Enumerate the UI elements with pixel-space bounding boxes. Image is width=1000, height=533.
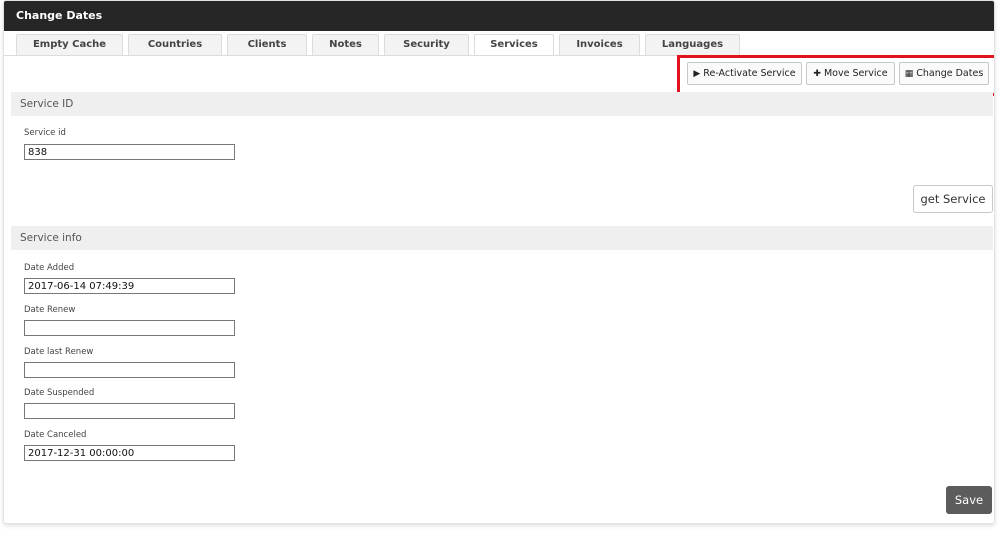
get-service-button[interactable]: get Service [913,185,993,213]
date-suspended-label: Date Suspended [24,388,95,398]
service-id-input[interactable] [24,144,235,160]
tab-countries[interactable]: Countries [128,34,222,55]
date-suspended-input[interactable] [24,403,235,419]
tab-services[interactable]: Services [474,34,554,56]
service-id-label: Service id [24,128,66,138]
change-dates-panel: Change Dates Empty Cache Countries Clien… [3,0,995,524]
tab-security[interactable]: Security [384,34,469,55]
date-canceled-label: Date Canceled [24,430,87,440]
tab-clients[interactable]: Clients [227,34,307,55]
tab-invoices[interactable]: Invoices [559,34,640,55]
date-last-renew-label: Date last Renew [24,347,94,357]
tab-empty-cache[interactable]: Empty Cache [16,34,123,55]
tab-notes[interactable]: Notes [312,34,379,55]
date-added-input[interactable] [24,278,235,294]
tab-languages[interactable]: Languages [645,34,740,55]
service-id-section-header: Service ID [11,92,993,116]
date-renew-label: Date Renew [24,305,76,315]
date-last-renew-input[interactable] [24,362,235,378]
toolbar-highlight-box [677,55,994,96]
service-info-section-header: Service info [11,226,993,250]
date-added-label: Date Added [24,263,75,273]
date-renew-input[interactable] [24,320,235,336]
window-title: Change Dates [4,1,994,31]
save-button[interactable]: Save [946,486,992,514]
date-canceled-input[interactable] [24,445,235,461]
